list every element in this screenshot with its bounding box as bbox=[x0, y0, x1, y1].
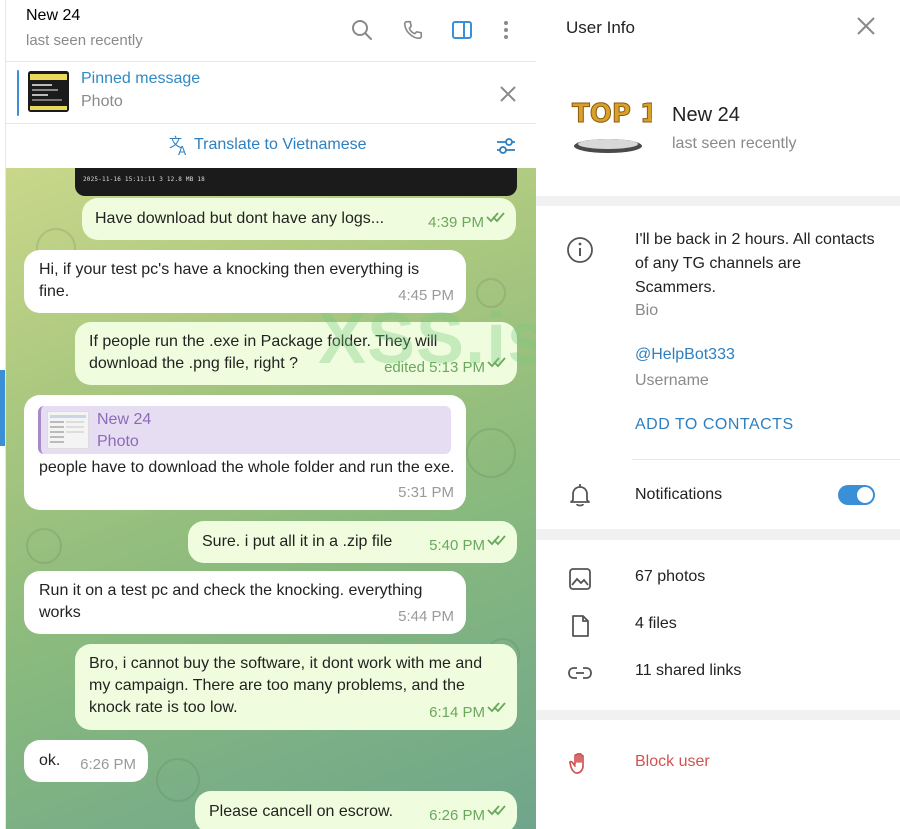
shared-links-count[interactable]: 11 shared links bbox=[635, 662, 741, 680]
pinned-accent-bar bbox=[17, 70, 19, 116]
translate-settings-icon[interactable] bbox=[495, 135, 517, 162]
profile-name: New 24 bbox=[672, 104, 740, 126]
username-value[interactable]: @HelpBot333 bbox=[635, 346, 735, 364]
bio-label: Bio bbox=[635, 302, 659, 319]
message-time: 5:44 PM bbox=[398, 608, 454, 625]
shared-media-section bbox=[536, 540, 900, 710]
more-icon[interactable] bbox=[490, 14, 522, 46]
bg-doodle bbox=[26, 528, 62, 564]
watermark: XSS.is bbox=[318, 299, 549, 379]
message-time: 6:26 PM bbox=[429, 807, 485, 824]
close-pinned-icon[interactable] bbox=[492, 78, 524, 110]
bell-icon bbox=[566, 481, 594, 509]
pinned-thumbnail bbox=[28, 71, 69, 112]
files-count[interactable]: 4 files bbox=[635, 615, 677, 633]
info-icon bbox=[566, 236, 594, 264]
avatar[interactable]: TOP 100 bbox=[564, 94, 695, 156]
username-label: Username bbox=[635, 372, 709, 389]
photos-count[interactable]: 67 photos bbox=[635, 568, 705, 586]
reply-thumbnail bbox=[47, 411, 89, 449]
double-check-icon bbox=[486, 208, 506, 230]
double-check-icon bbox=[487, 801, 507, 823]
avatar-text: TOP 100 bbox=[572, 99, 652, 129]
message-time: 5:31 PM bbox=[398, 484, 454, 501]
message-time: 6:26 PM bbox=[80, 756, 136, 773]
chat-title[interactable]: New 24 bbox=[26, 7, 80, 25]
pinned-title: Pinned message bbox=[81, 70, 201, 87]
translate-label[interactable]: Translate to Vietnamese bbox=[194, 136, 367, 154]
link-icon bbox=[566, 659, 594, 687]
svg-text:A: A bbox=[178, 144, 187, 156]
user-info-panel: User Info TOP 100 New 24 last seen recen… bbox=[536, 0, 900, 829]
profile-section: User Info TOP 100 New 24 last seen recen… bbox=[536, 0, 900, 196]
message-bubble-outgoing[interactable]: Bro, i cannot buy the software, it dont … bbox=[75, 644, 517, 730]
photo-icon bbox=[566, 565, 594, 593]
block-section bbox=[536, 720, 900, 829]
message-bubble-incoming[interactable]: ok. 6:26 PM bbox=[24, 740, 148, 782]
reply-text: Photo bbox=[97, 433, 139, 450]
profile-status: last seen recently bbox=[672, 135, 797, 152]
bio-text: I'll be back in 2 hours. All contacts of… bbox=[635, 231, 875, 296]
file-icon bbox=[566, 612, 594, 640]
block-user-button[interactable]: Block user bbox=[635, 753, 710, 771]
chat-subtitle: last seen recently bbox=[26, 32, 143, 49]
bg-doodle bbox=[466, 428, 516, 478]
double-check-icon bbox=[487, 698, 507, 720]
message-time: 6:14 PM bbox=[429, 704, 485, 721]
message-bubble-outgoing[interactable]: Have download but dont have any logs... … bbox=[82, 198, 516, 240]
left-edge-accent bbox=[0, 370, 5, 446]
message-list[interactable]: 2025-11-16 15:11:11 3 12.8 MB 18 Have do… bbox=[6, 168, 536, 829]
pinned-subtitle: Photo bbox=[81, 93, 123, 110]
search-icon[interactable] bbox=[346, 14, 378, 46]
double-check-icon bbox=[487, 531, 507, 553]
panel-title: User Info bbox=[566, 18, 635, 37]
reply-preview[interactable]: New 24 Photo bbox=[38, 406, 451, 454]
message-text: people have to download the whole folder… bbox=[39, 459, 455, 476]
photo-caption: 2025-11-16 15:11:11 3 12.8 MB 18 bbox=[83, 176, 205, 183]
divider bbox=[632, 459, 900, 460]
message-text: Run it on a test pc and check the knocki… bbox=[39, 582, 423, 621]
sidebar-toggle-icon[interactable] bbox=[446, 14, 478, 46]
bg-doodle bbox=[156, 758, 200, 802]
message-time: 5:40 PM bbox=[429, 537, 485, 554]
message-bubble-outgoing[interactable]: Please cancell on escrow. 6:26 PM bbox=[195, 791, 517, 829]
translate-bar[interactable]: 文A Translate to Vietnamese bbox=[6, 124, 536, 168]
add-to-contacts-button[interactable]: ADD TO CONTACTS bbox=[635, 416, 794, 434]
notifications-toggle[interactable] bbox=[838, 485, 875, 505]
chat-header[interactable]: New 24 last seen recently bbox=[6, 0, 536, 62]
reply-author: New 24 bbox=[97, 411, 152, 428]
phone-icon[interactable] bbox=[397, 14, 429, 46]
pinned-message-bar[interactable]: Pinned message Photo bbox=[6, 62, 536, 124]
message-bubble-incoming[interactable]: New 24 Photo people have to download the… bbox=[24, 395, 466, 510]
close-icon[interactable] bbox=[856, 16, 880, 40]
translate-icon: 文A bbox=[168, 134, 190, 161]
message-bubble-incoming[interactable]: Run it on a test pc and check the knocki… bbox=[24, 571, 466, 634]
notifications-label: Notifications bbox=[635, 486, 723, 503]
hand-stop-icon bbox=[566, 749, 594, 777]
toggle-knob bbox=[857, 487, 873, 503]
message-bubble-outgoing[interactable]: Sure. i put all it in a .zip file 5:40 P… bbox=[188, 521, 517, 563]
photo-message-bottom[interactable]: 2025-11-16 15:11:11 3 12.8 MB 18 bbox=[75, 168, 517, 196]
message-text: Hi, if your test pc's have a knocking th… bbox=[39, 261, 420, 300]
chat-panel: New 24 last seen recently Pinned message… bbox=[0, 0, 547, 829]
message-time: 4:39 PM bbox=[428, 214, 484, 231]
